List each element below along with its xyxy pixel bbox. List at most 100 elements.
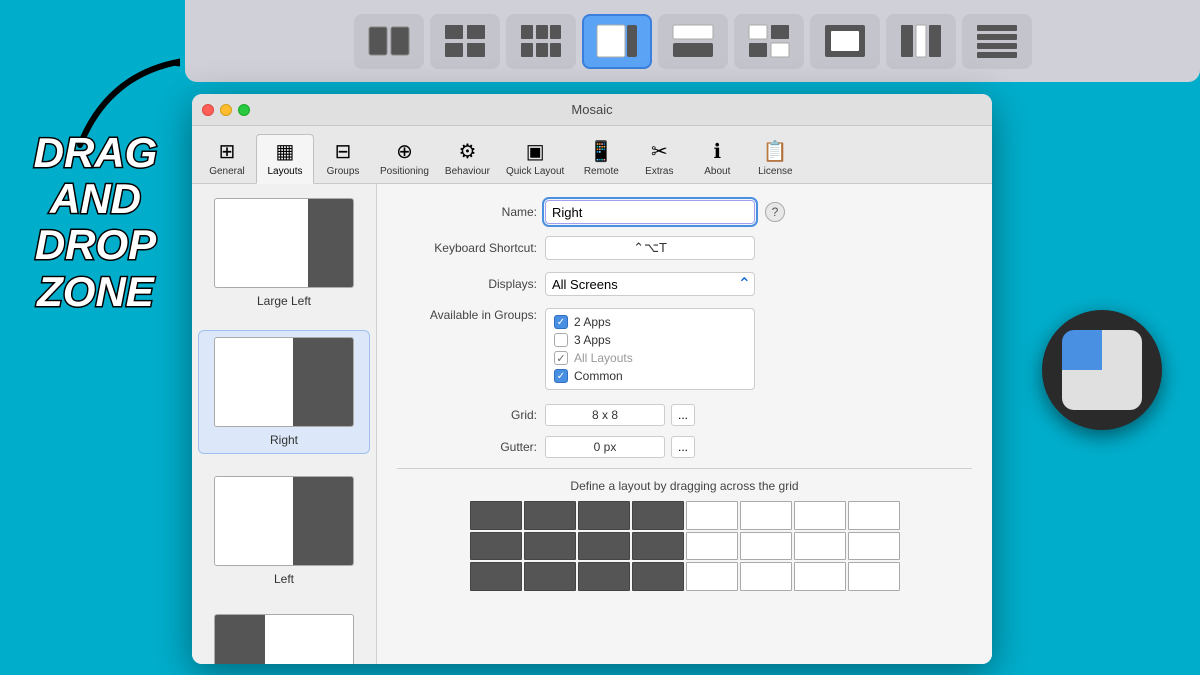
- grid-label: Grid:: [397, 408, 537, 422]
- grid-cell-22[interactable]: [794, 562, 846, 591]
- toolbar-layout-5[interactable]: [658, 14, 728, 69]
- group-label-common: Common: [574, 369, 623, 383]
- grid-cell-13[interactable]: [740, 532, 792, 561]
- grid-cell-17[interactable]: [524, 562, 576, 591]
- grid-cell-14[interactable]: [794, 532, 846, 561]
- grid-cell-16[interactable]: [470, 562, 522, 591]
- tab-layouts[interactable]: ▦ Layouts: [256, 134, 314, 184]
- grid-cell-6[interactable]: [794, 501, 846, 530]
- window-title: Mosaic: [571, 102, 612, 117]
- gutter-label: Gutter:: [397, 440, 537, 454]
- quicklayout-icon: ▣: [526, 139, 545, 164]
- group-item-common[interactable]: ✓ Common: [554, 369, 746, 383]
- group-label-3apps: 3 Apps: [574, 333, 611, 347]
- toolbar-layout-4[interactable]: [582, 14, 652, 69]
- toolbar-layout-7[interactable]: [810, 14, 880, 69]
- help-button[interactable]: ?: [765, 202, 785, 222]
- toolbar-layout-3[interactable]: [506, 14, 576, 69]
- close-button[interactable]: [202, 104, 214, 116]
- grid-section: Define a layout by dragging across the g…: [397, 468, 972, 591]
- grid-cell-11[interactable]: [632, 532, 684, 561]
- layout-label-large-left: Large Left: [257, 294, 311, 308]
- traffic-lights: [202, 104, 250, 116]
- displays-row: Displays: All Screens Main Screen Second…: [397, 272, 972, 296]
- grid-cell-1[interactable]: [524, 501, 576, 530]
- name-input[interactable]: [545, 200, 755, 224]
- layout-label-right: Right: [270, 433, 298, 447]
- gutter-dots-button[interactable]: ...: [671, 436, 695, 458]
- mosaic-logo: [1042, 310, 1162, 430]
- grid-cell-12[interactable]: [686, 532, 738, 561]
- grid-dots-button[interactable]: ...: [671, 404, 695, 426]
- group-item-alllayouts[interactable]: ✓ All Layouts: [554, 351, 746, 365]
- grid-cell-19[interactable]: [632, 562, 684, 591]
- shortcut-label: Keyboard Shortcut:: [397, 241, 537, 255]
- general-icon: ⊞: [219, 139, 236, 164]
- group-item-3apps[interactable]: 3 Apps: [554, 333, 746, 347]
- grid-cell-7[interactable]: [848, 501, 900, 530]
- group-label-2apps: 2 Apps: [574, 315, 611, 329]
- tab-remote[interactable]: 📱 Remote: [572, 135, 630, 183]
- grid-cell-20[interactable]: [686, 562, 738, 591]
- groups-icon: ⊟: [335, 139, 352, 164]
- gutter-row: Gutter: 0 px ...: [397, 436, 972, 458]
- checkbox-2apps[interactable]: ✓: [554, 315, 568, 329]
- shortcut-field[interactable]: ⌃⌥T: [545, 236, 755, 260]
- tab-extras[interactable]: ✂ Extras: [630, 135, 688, 183]
- tab-license-label: License: [758, 166, 792, 177]
- layout-item-large-left[interactable]: Large Left: [198, 192, 370, 314]
- grid-cell-15[interactable]: [848, 532, 900, 561]
- checkbox-3apps[interactable]: [554, 333, 568, 347]
- tab-positioning[interactable]: ⊕ Positioning: [372, 135, 437, 183]
- toolbar-layout-2[interactable]: [430, 14, 500, 69]
- tabbar: ⊞ General ▦ Layouts ⊟ Groups ⊕ Positioni…: [192, 126, 992, 184]
- logo-quadrant-tl: [1062, 330, 1102, 370]
- layout-preview-4: [214, 614, 354, 664]
- toolbar-layout-6[interactable]: [734, 14, 804, 69]
- minimize-button[interactable]: [220, 104, 232, 116]
- grid-cell-23[interactable]: [848, 562, 900, 591]
- toolbar-layout-1[interactable]: [354, 14, 424, 69]
- grid-cell-18[interactable]: [578, 562, 630, 591]
- group-item-2apps[interactable]: ✓ 2 Apps: [554, 315, 746, 329]
- toolbar-layout-9[interactable]: [962, 14, 1032, 69]
- tab-groups-label: Groups: [327, 166, 360, 177]
- name-row: Name: ?: [397, 200, 972, 224]
- grid-cell-21[interactable]: [740, 562, 792, 591]
- grid-cell-4[interactable]: [686, 501, 738, 530]
- grid-cell-2[interactable]: [578, 501, 630, 530]
- groups-label: Available in Groups:: [397, 308, 537, 322]
- grid-cell-10[interactable]: [578, 532, 630, 561]
- tab-layouts-label: Layouts: [267, 166, 302, 177]
- tab-about[interactable]: ℹ About: [688, 135, 746, 183]
- tab-quicklayout[interactable]: ▣ Quick Layout: [498, 135, 572, 183]
- tab-general[interactable]: ⊞ General: [198, 135, 256, 183]
- grid-cell-9[interactable]: [524, 532, 576, 561]
- main-form: Name: ? Keyboard Shortcut: ⌃⌥T Displays:…: [377, 184, 992, 664]
- drag-drop-label: DRAG AND DROP ZONE: [18, 130, 173, 315]
- checkbox-alllayouts[interactable]: ✓: [554, 351, 568, 365]
- layout-grid[interactable]: [470, 501, 900, 591]
- checkbox-common[interactable]: ✓: [554, 369, 568, 383]
- about-icon: ℹ: [714, 139, 722, 164]
- tab-quicklayout-label: Quick Layout: [506, 166, 564, 177]
- tab-remote-label: Remote: [584, 166, 619, 177]
- displays-select[interactable]: All Screens Main Screen Secondary Screen: [545, 272, 755, 296]
- fullscreen-button[interactable]: [238, 104, 250, 116]
- tab-license[interactable]: 📋 License: [746, 135, 804, 183]
- layout-item-4[interactable]: [198, 608, 370, 664]
- grid-cell-0[interactable]: [470, 501, 522, 530]
- titlebar: Mosaic: [192, 94, 992, 126]
- left-dark-pane: [293, 477, 353, 565]
- layout-item-left[interactable]: Left: [198, 470, 370, 592]
- grid-value: 8 x 8: [545, 404, 665, 426]
- toolbar-layout-8[interactable]: [886, 14, 956, 69]
- layouts-sidebar: Large Left Right Left: [192, 184, 377, 664]
- layout-item-right[interactable]: Right: [198, 330, 370, 454]
- grid-cell-8[interactable]: [470, 532, 522, 561]
- grid-cell-5[interactable]: [740, 501, 792, 530]
- tab-behaviour[interactable]: ⚙ Behaviour: [437, 135, 498, 183]
- license-icon: 📋: [763, 139, 788, 164]
- tab-groups[interactable]: ⊟ Groups: [314, 135, 372, 183]
- grid-cell-3[interactable]: [632, 501, 684, 530]
